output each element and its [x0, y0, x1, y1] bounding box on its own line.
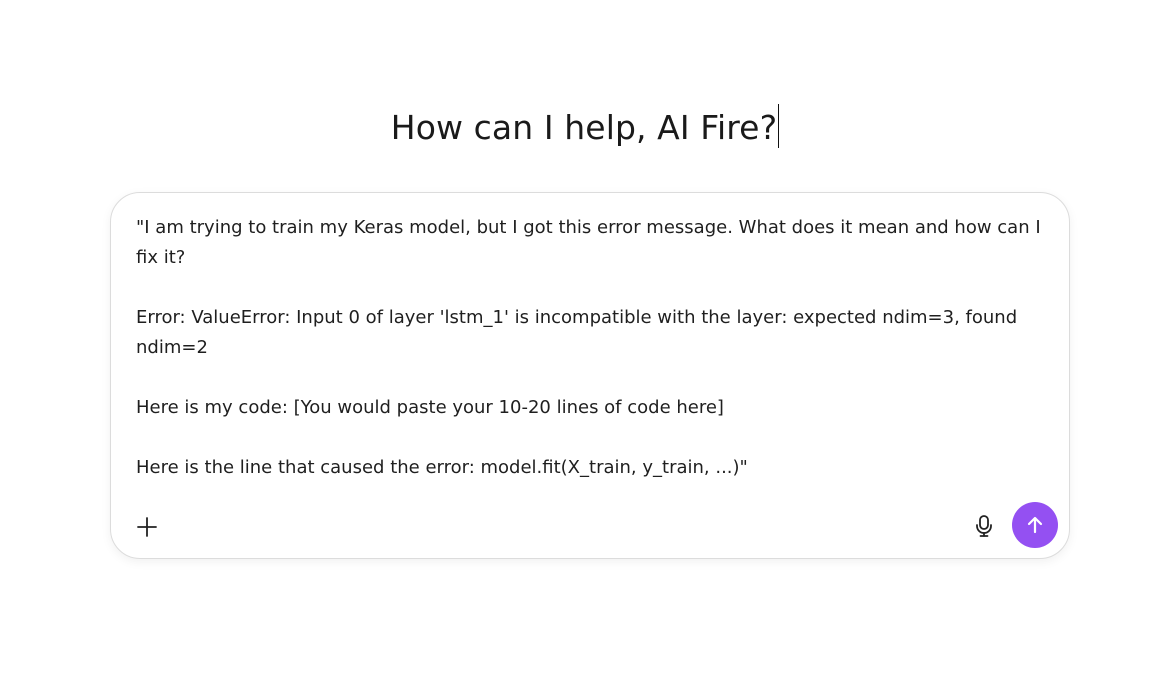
prompt-composer[interactable]: "I am trying to train my Keras model, bu… — [110, 192, 1070, 559]
text-cursor — [778, 104, 780, 148]
arrow-up-icon — [1025, 515, 1045, 535]
greeting-heading: How can I help, AI Fire? — [0, 104, 1170, 152]
greeting-text: How can I help, AI Fire? — [390, 108, 778, 147]
microphone-icon — [974, 514, 994, 538]
send-button[interactable] — [1012, 502, 1058, 548]
voice-input-button[interactable] — [969, 511, 999, 541]
add-attachment-button[interactable] — [133, 513, 161, 541]
prompt-input[interactable]: "I am trying to train my Keras model, bu… — [136, 213, 1051, 483]
plus-icon — [136, 516, 158, 538]
